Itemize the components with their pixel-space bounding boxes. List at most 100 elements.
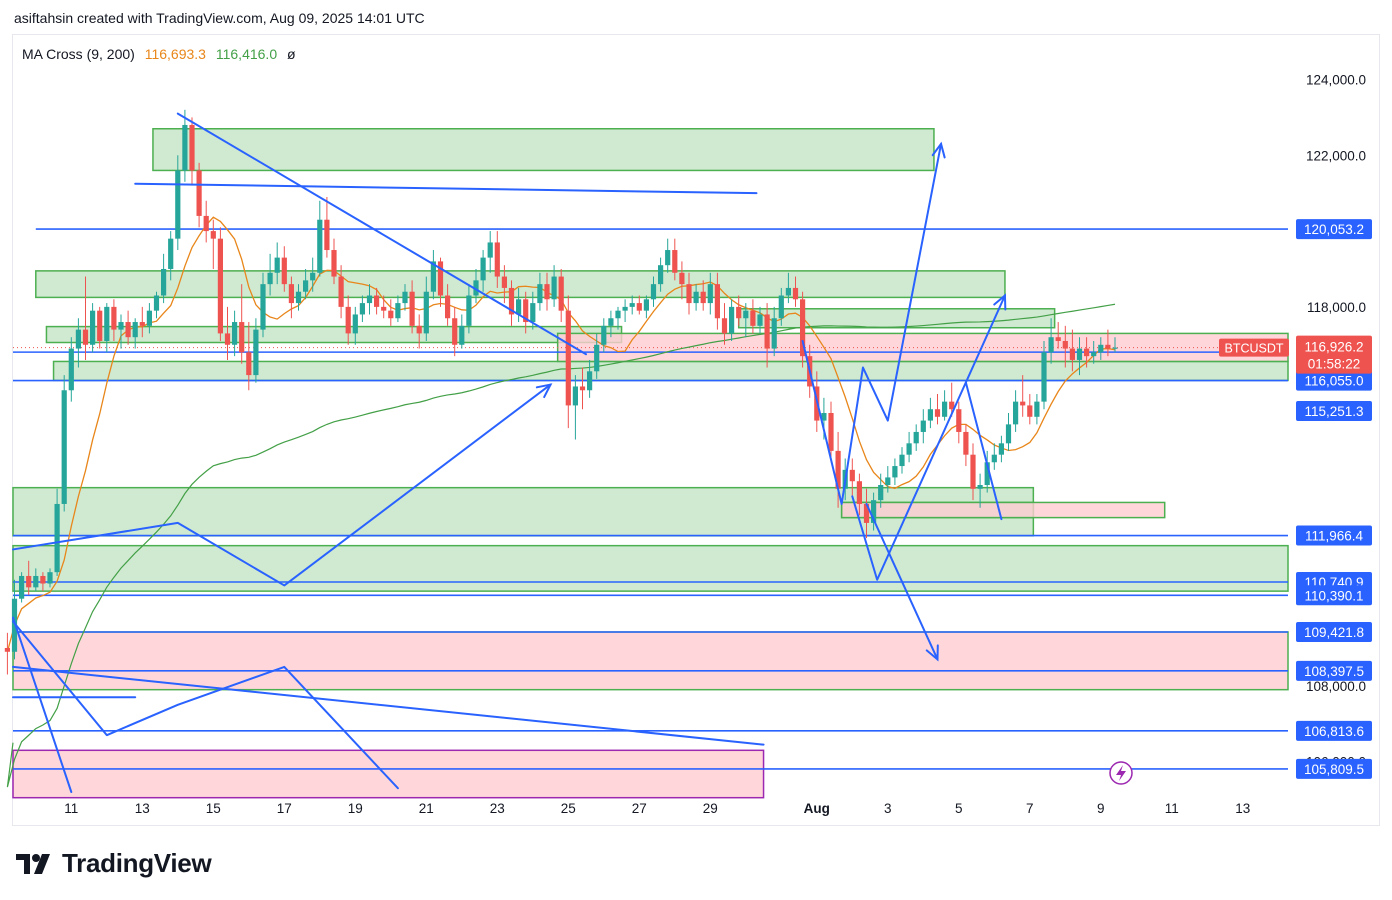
candle-down: [558, 276, 564, 311]
zone-green: [52, 360, 1289, 382]
candle-up: [771, 318, 777, 349]
candle-down: [217, 238, 223, 334]
candle-up: [33, 575, 39, 588]
x-tick-label: Aug: [804, 801, 830, 816]
candle-up: [707, 284, 713, 304]
price-label: 109,421.8: [1304, 625, 1364, 640]
candle-down: [849, 469, 855, 482]
candle-up: [1091, 352, 1097, 357]
candle-up: [601, 325, 607, 345]
x-tick-label: 11: [64, 801, 78, 816]
candle-down: [1062, 340, 1068, 349]
x-tick-label: 5: [955, 801, 963, 816]
candle-down: [4, 647, 10, 652]
candle-up: [295, 291, 302, 304]
y-tick-label: 108,000.0: [1306, 679, 1366, 694]
candle-down: [672, 250, 678, 273]
candle-down: [934, 409, 941, 417]
candle-down: [288, 284, 294, 304]
y-tick-label: 124,000.0: [1306, 72, 1366, 87]
candle-up: [182, 124, 188, 171]
candle-down: [239, 322, 245, 353]
candle-up: [1005, 424, 1012, 444]
candle-up: [658, 265, 664, 285]
candle-down: [700, 291, 706, 304]
price-label: 111,966.4: [1305, 529, 1364, 544]
candle-down: [736, 306, 742, 319]
candle-up: [366, 295, 373, 304]
price-chart[interactable]: 124,000.0 122,000.0 118,000.0 108,000.0 106,…: [0, 0, 1392, 900]
axis-layer: 124,000.0 122,000.0 118,000.0 108,000.0 106,…: [64, 72, 1366, 816]
candle-down: [1020, 401, 1026, 406]
candle-up: [892, 466, 898, 478]
candle-down: [338, 276, 344, 307]
candle-up: [161, 268, 167, 296]
candle-down: [1084, 348, 1090, 357]
candle-down: [26, 575, 32, 588]
price-label: 105,809.5: [1304, 762, 1364, 777]
zone-purple: [12, 749, 765, 799]
candle-up: [480, 257, 486, 281]
candle-down: [721, 318, 728, 334]
candle-up: [75, 329, 81, 349]
candle-up: [572, 386, 578, 406]
candle-up: [395, 303, 401, 319]
candle-down: [210, 231, 216, 239]
x-tick-label: 23: [490, 801, 505, 816]
candle-down: [345, 306, 351, 334]
brand-logo[interactable]: TradingView: [16, 848, 212, 879]
candle-up: [1041, 352, 1047, 402]
x-tick-label: 15: [206, 801, 221, 816]
candle-down: [82, 329, 89, 345]
candle-down: [224, 333, 231, 345]
candle-down: [544, 284, 550, 300]
price-label: 106,813.6: [1304, 724, 1364, 739]
zone-green: [152, 128, 935, 172]
candle-up: [587, 371, 593, 391]
candle-down: [1055, 337, 1061, 341]
y-tick-label: 122,000.0: [1306, 148, 1366, 163]
candle-up: [267, 272, 273, 285]
candle-down: [388, 310, 394, 319]
candle-up: [906, 443, 912, 455]
candle-down: [111, 306, 117, 330]
candle-up: [643, 299, 649, 311]
candle-down: [956, 409, 962, 432]
candle-up: [310, 272, 316, 281]
candle-up: [1013, 401, 1019, 425]
candle-up: [260, 284, 266, 330]
candle-down: [792, 287, 799, 300]
candle-up: [168, 238, 174, 269]
price-label: 108,397.5: [1304, 664, 1364, 679]
candle-up: [466, 295, 472, 326]
candle-up: [175, 170, 181, 239]
candle-up: [785, 287, 791, 296]
candle-up: [693, 291, 699, 304]
candle-down: [501, 276, 507, 288]
candle-up: [153, 295, 160, 311]
candle-up: [927, 409, 933, 421]
candle-up: [885, 477, 891, 486]
candle-up: [1034, 401, 1040, 417]
candle-down: [246, 352, 252, 376]
candle-up: [317, 219, 323, 273]
candle-up: [1048, 337, 1054, 353]
candle-up: [459, 325, 465, 345]
candle-up: [650, 284, 657, 300]
candle-down: [381, 306, 387, 311]
x-tick-label: 27: [632, 801, 647, 816]
brand-name: TradingView: [62, 848, 212, 878]
candle-down: [963, 431, 969, 455]
zone-green: [12, 544, 1289, 592]
candle-down: [139, 322, 145, 326]
candle-down: [40, 575, 46, 584]
candle-down: [452, 318, 458, 345]
candle-up: [622, 306, 628, 311]
zone-green: [737, 308, 1056, 329]
x-tick-label: 19: [348, 801, 363, 816]
candle-up: [402, 291, 408, 304]
candle-down: [764, 314, 770, 349]
x-tick-label: 29: [703, 801, 718, 816]
x-tick-label: 9: [1097, 801, 1105, 816]
candle-up: [132, 322, 138, 338]
